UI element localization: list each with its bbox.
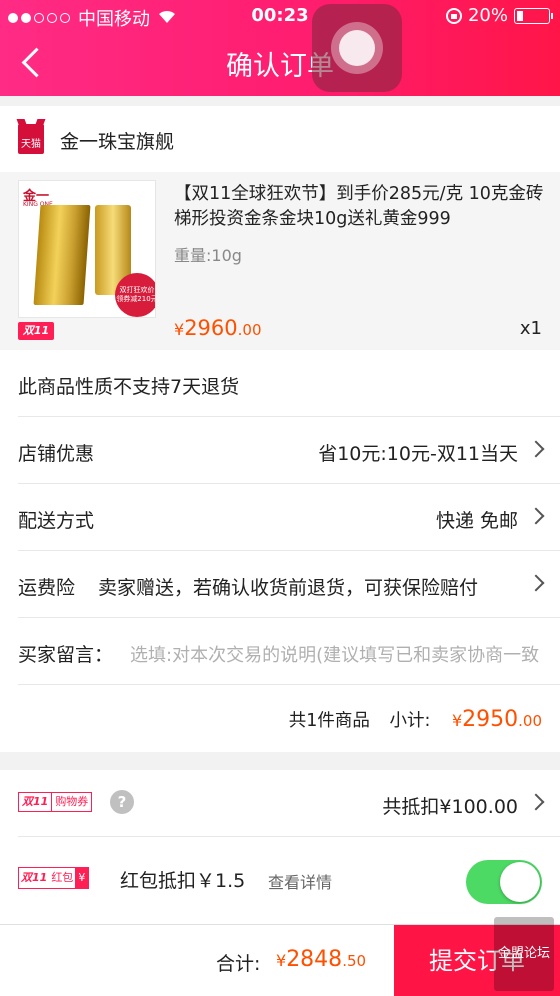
chevron-right-icon: [527, 574, 545, 592]
tmall-icon: 天猫: [18, 124, 44, 154]
chevron-right-icon: [527, 507, 545, 525]
page-title: 确认订单: [226, 51, 334, 82]
coupon-tag-event: 双11: [19, 793, 52, 811]
total-currency: ¥: [276, 951, 287, 970]
total-integer: 2848: [286, 947, 343, 972]
product-spec: 重量:10g: [174, 246, 242, 265]
total-decimal: .50: [342, 952, 367, 970]
watermark: 金盟论坛: [493, 917, 554, 991]
total-label: 合计:: [216, 953, 261, 975]
double11-badge: 双11: [18, 322, 54, 340]
shop-row[interactable]: 天猫 金一珠宝旗舰: [0, 106, 560, 172]
chevron-right-icon: [527, 793, 545, 811]
view-details-link[interactable]: 查看详情: [268, 869, 332, 893]
shop-discount-value: 省10元:10元-双11当天: [318, 443, 518, 465]
coupon-deduction-value: 共抵扣¥100.00: [382, 796, 518, 818]
help-icon[interactable]: ?: [110, 790, 134, 814]
price-currency: ¥: [174, 320, 185, 339]
subtotal-count: 共1件商品: [288, 711, 370, 731]
assistive-touch-button[interactable]: [312, 4, 402, 92]
buyer-message-row[interactable]: 买家留言： 选填:对本次交易的说明(建议填写已和卖家协商一致的内容): [18, 618, 560, 685]
rotation-lock-icon: [445, 7, 462, 24]
subtotal-decimal: .00: [518, 712, 542, 730]
delivery-label: 配送方式: [18, 510, 95, 532]
buyer-message-label: 买家留言：: [18, 644, 114, 666]
gold-bar-image: [33, 205, 91, 305]
footer-bar: 合计: ¥2848.50 提交订单 金盟论坛: [0, 917, 560, 996]
battery-icon: [514, 7, 553, 24]
red-packet-label: 红包抵扣￥1.5: [120, 870, 246, 892]
red-packet-tag-currency: ¥: [75, 868, 89, 888]
promo-badge: 双打狂欢价 领券减210元: [115, 273, 155, 317]
discount-section: 双11 购物券 ? 共抵扣¥100.00 双11 红包 ¥ 红包抵扣￥1.5 查看详情: [0, 770, 560, 924]
total-amount: ¥2848.50: [276, 947, 366, 972]
subtotal-row: 共1件商品 小计: ¥2950.00: [18, 685, 560, 752]
subtotal: 共1件商品 小计: ¥2950.00: [289, 707, 542, 732]
delivery-value: 快递 免邮: [435, 510, 518, 532]
red-packet-toggle[interactable]: [466, 860, 542, 904]
shop-discount-row[interactable]: 店铺优惠 省10元:10元-双11当天: [18, 417, 560, 484]
status-bar: 中国移动 00:23 20%: [0, 0, 560, 32]
shop-name: 金一珠宝旗舰: [60, 131, 175, 153]
status-right: 20%: [445, 5, 553, 26]
order-details: 此商品性质不支持7天退货 店铺优惠 省10元:10元-双11当天 配送方式 快递…: [0, 350, 560, 752]
return-policy-row: 此商品性质不支持7天退货: [18, 350, 560, 417]
coupon-tag-label: 购物券: [51, 793, 92, 811]
subtotal-currency: ¥: [451, 711, 463, 730]
confirm-order-page: 中国移动 00:23 20% 确认订单 天猫 金一珠宝旗舰 金一 KING ON…: [0, 0, 560, 996]
battery-percent: 20%: [467, 5, 508, 26]
red-packet-tag: 双11 红包 ¥: [18, 867, 90, 889]
shipping-insurance-row[interactable]: 运费险 卖家赠送，若确认收货前退货，可获保险赔付: [18, 551, 560, 618]
delivery-row[interactable]: 配送方式 快递 免邮: [18, 484, 560, 551]
chevron-right-icon: [527, 440, 545, 458]
header: 中国移动 00:23 20% 确认订单: [0, 0, 560, 96]
buyer-message-input[interactable]: 选填:对本次交易的说明(建议填写已和卖家协商一致的内容): [130, 641, 540, 667]
insurance-label: 运费险: [18, 577, 76, 599]
subtotal-integer: 2950: [462, 707, 519, 732]
subtotal-label: 小计:: [389, 711, 431, 731]
product-thumbnail: 金一 KING ONE 双打狂欢价 领券减210元: [18, 180, 156, 318]
shop-discount-label: 店铺优惠: [18, 443, 95, 465]
price-decimal: .00: [237, 321, 262, 339]
subtotal-amount: ¥2950.00: [451, 707, 542, 732]
product-quantity: x1: [519, 318, 542, 339]
red-packet-tag-event: 双11: [21, 871, 48, 884]
product-item[interactable]: 金一 KING ONE 双打狂欢价 领券减210元 双11 【双11全球狂欢节】…: [0, 172, 560, 350]
shopping-coupon-tag: 双11 购物券: [18, 792, 93, 812]
red-packet-tag-label: 红包: [51, 871, 74, 884]
product-price: ¥2960.00: [174, 316, 262, 340]
submit-order-button[interactable]: 提交订单 金盟论坛: [394, 917, 560, 996]
product-title: 【双11全球狂欢节】到手价285元/克 10克金砖梯形投资金条金块10g送礼黄金…: [174, 184, 544, 229]
red-packet-row: 双11 红包 ¥ 红包抵扣￥1.5 查看详情: [18, 846, 560, 924]
insurance-value: 卖家赠送，若确认收货前退货，可获保险赔付: [98, 577, 479, 599]
shopping-coupon-row[interactable]: 双11 购物券 ? 共抵扣¥100.00: [18, 770, 560, 837]
price-integer: 2960: [184, 316, 238, 340]
return-policy-text: 此商品性质不支持7天退货: [18, 376, 240, 398]
